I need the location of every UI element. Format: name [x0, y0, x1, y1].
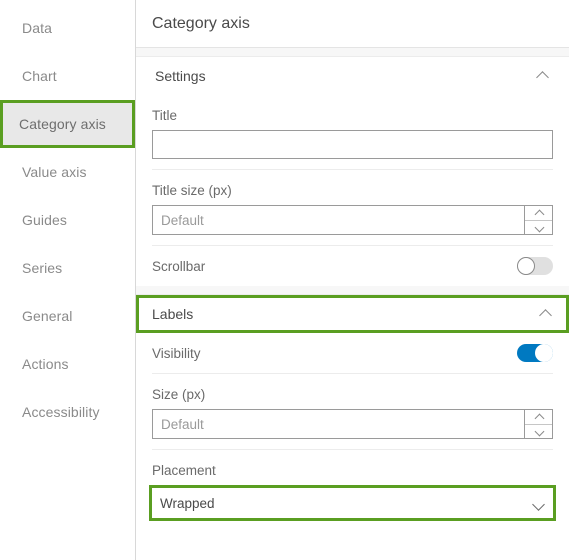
- placement-label: Placement: [152, 463, 216, 478]
- sidebar-item-data[interactable]: Data: [0, 4, 135, 52]
- sidebar-item-series[interactable]: Series: [0, 244, 135, 292]
- placement-selected-value: Wrapped: [160, 495, 215, 511]
- labels-section-label: Labels: [152, 306, 194, 322]
- scrollbar-toggle[interactable]: [517, 257, 553, 275]
- sidebar-item-chart[interactable]: Chart: [0, 52, 135, 100]
- labels-section-header[interactable]: Labels: [136, 295, 569, 333]
- label-size-input[interactable]: [153, 410, 524, 438]
- sidebar-item-label: Category axis: [19, 116, 106, 132]
- label-size-field-row: Size (px): [136, 374, 569, 449]
- chevron-up-icon[interactable]: [539, 307, 553, 321]
- title-size-input[interactable]: [153, 206, 524, 234]
- scrollbar-row: Scrollbar: [136, 246, 569, 286]
- sidebar-item-category-axis[interactable]: Category axis: [0, 100, 135, 148]
- label-size-label: Size (px): [152, 387, 206, 402]
- sidebar-item-label: Value axis: [22, 164, 87, 180]
- sidebar-item-label: Data: [22, 20, 52, 36]
- sidebar-item-guides[interactable]: Guides: [0, 196, 135, 244]
- page-title: Category axis: [136, 0, 569, 48]
- scrollbar-label: Scrollbar: [152, 258, 206, 274]
- sidebar-item-label: Series: [22, 260, 63, 276]
- visibility-label: Visibility: [152, 345, 201, 361]
- toggle-knob: [535, 344, 553, 362]
- stepper-buttons: [524, 410, 552, 438]
- sidebar-item-label: Accessibility: [22, 404, 100, 420]
- chevron-down-icon[interactable]: [532, 498, 545, 511]
- title-size-stepper[interactable]: [152, 205, 553, 235]
- settings-section-label: Settings: [155, 68, 206, 84]
- label-size-stepper[interactable]: [152, 409, 553, 439]
- category-axis-panel: Category axis Settings Title Title size …: [136, 0, 569, 560]
- sidebar-item-general[interactable]: General: [0, 292, 135, 340]
- placement-highlight-outline: Wrapped: [149, 485, 556, 521]
- toggle-knob: [517, 257, 535, 275]
- sidebar-item-label: General: [22, 308, 73, 324]
- stepper-increment-icon[interactable]: [525, 206, 552, 220]
- settings-sidebar: Data Chart Category axis Value axis Guid…: [0, 0, 136, 560]
- visibility-row: Visibility: [136, 333, 569, 373]
- stepper-decrement-icon[interactable]: [525, 424, 552, 438]
- title-input[interactable]: [152, 130, 553, 159]
- sidebar-item-label: Chart: [22, 68, 57, 84]
- sidebar-item-value-axis[interactable]: Value axis: [0, 148, 135, 196]
- section-separator-band: [136, 286, 569, 295]
- panel-title-text: Category axis: [152, 14, 250, 32]
- stepper-buttons: [524, 206, 552, 234]
- title-field-label: Title: [152, 108, 178, 123]
- section-separator-band: [136, 48, 569, 57]
- sidebar-item-label: Guides: [22, 212, 67, 228]
- chevron-up-icon[interactable]: [536, 69, 550, 83]
- title-size-field-row: Title size (px): [136, 170, 569, 245]
- stepper-decrement-icon[interactable]: [525, 220, 552, 234]
- visibility-toggle[interactable]: [517, 344, 553, 362]
- sidebar-item-accessibility[interactable]: Accessibility: [0, 388, 135, 436]
- settings-section-header[interactable]: Settings: [136, 57, 569, 95]
- title-size-label: Title size (px): [152, 183, 232, 198]
- title-field-row: Title: [136, 95, 569, 169]
- chart-settings-panel: Data Chart Category axis Value axis Guid…: [0, 0, 569, 560]
- stepper-increment-icon[interactable]: [525, 410, 552, 424]
- sidebar-item-actions[interactable]: Actions: [0, 340, 135, 388]
- placement-field-row: Placement Wrapped: [136, 450, 569, 531]
- sidebar-item-label: Actions: [22, 356, 69, 372]
- placement-select[interactable]: Wrapped: [152, 488, 553, 518]
